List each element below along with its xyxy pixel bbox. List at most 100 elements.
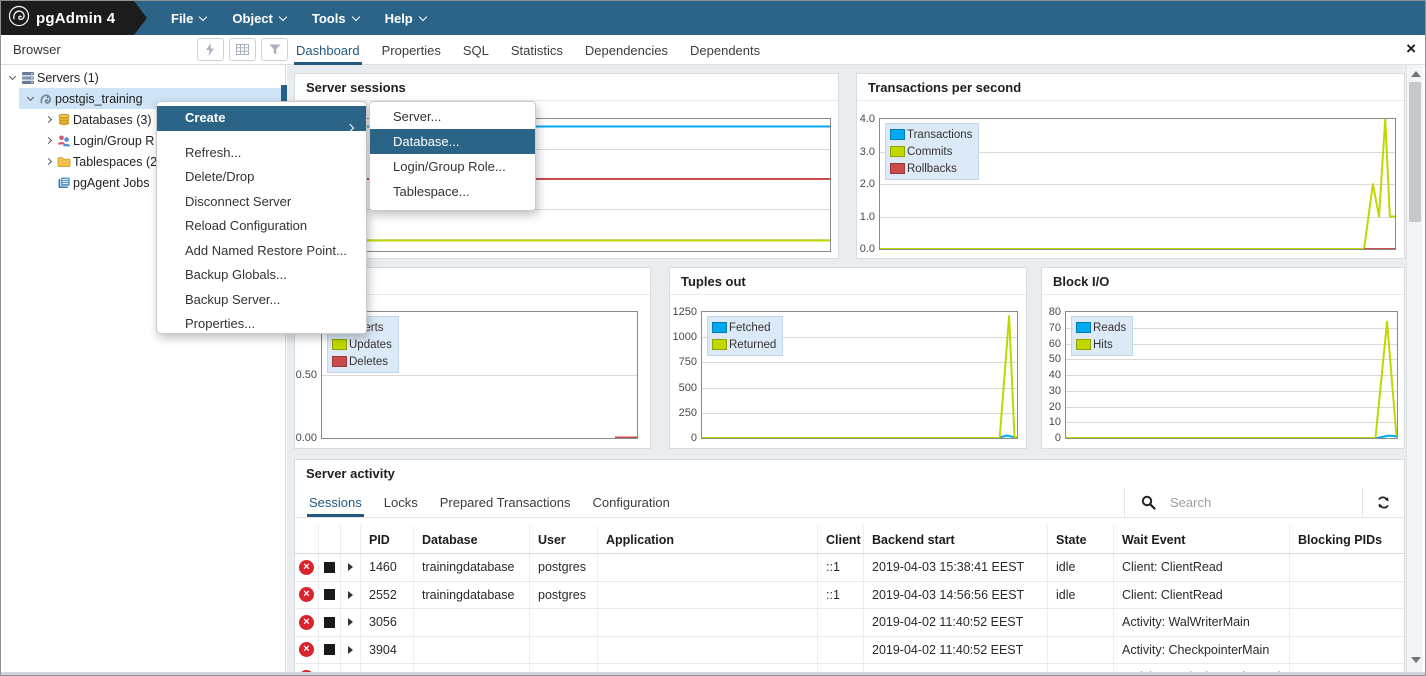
y-axis-tick: 0 xyxy=(691,432,697,444)
cell-application xyxy=(598,609,818,636)
y-axis-tick: 40 xyxy=(1049,369,1061,381)
expand-row-icon[interactable] xyxy=(341,554,361,581)
chevron-down-icon[interactable] xyxy=(5,77,19,79)
vertical-scrollbar[interactable] xyxy=(1406,65,1423,673)
session-search[interactable]: Search xyxy=(1124,488,1362,517)
search-icon xyxy=(1141,495,1156,510)
column-header-user[interactable]: User xyxy=(530,526,598,553)
tab-dashboard[interactable]: Dashboard xyxy=(294,35,362,65)
cancel-query-icon[interactable] xyxy=(319,637,341,664)
cell-client: ::1 xyxy=(818,554,864,581)
activity-tab-locks[interactable]: Locks xyxy=(382,488,420,517)
legend-swatch-icon xyxy=(1076,322,1091,333)
menu-help[interactable]: Help xyxy=(385,11,426,26)
terminate-session-icon[interactable]: × xyxy=(295,637,319,664)
browser-panel-title: Browser xyxy=(13,42,61,57)
activity-tab-sessions[interactable]: Sessions xyxy=(307,488,364,517)
scroll-down-icon[interactable] xyxy=(1411,657,1421,663)
column-header-backend-start[interactable]: Backend start xyxy=(864,526,1048,553)
column-header-state[interactable]: State xyxy=(1048,526,1114,553)
chart-legend: ReadsHits xyxy=(1071,316,1133,356)
activity-tab-configuration[interactable]: Configuration xyxy=(591,488,672,517)
y-axis-tick: 4.0 xyxy=(860,113,875,125)
tab-statistics[interactable]: Statistics xyxy=(509,35,565,65)
server-activity-title: Server activity xyxy=(295,460,1404,488)
context-menu-item-properties[interactable]: Properties... xyxy=(157,312,366,337)
terminate-session-icon[interactable]: × xyxy=(295,554,319,581)
tab-sql[interactable]: SQL xyxy=(461,35,491,65)
context-menu-item-refresh[interactable]: Refresh... xyxy=(157,141,366,166)
cancel-query-icon[interactable] xyxy=(319,609,341,636)
terminate-session-icon[interactable]: × xyxy=(295,582,319,609)
browser-toolbar xyxy=(197,38,288,61)
chevron-right-icon[interactable] xyxy=(41,117,55,122)
submenu-item-database[interactable]: Database... xyxy=(370,129,535,154)
tuples-out-chart: 025050075010001250FetchedReturned xyxy=(670,296,1026,448)
menu-file[interactable]: File xyxy=(171,11,206,26)
column-header-pid[interactable]: PID xyxy=(361,526,414,553)
transactions-chart: 0.01.02.03.04.0TransactionsCommitsRollba… xyxy=(857,102,1404,258)
y-axis-tick: 60 xyxy=(1049,338,1061,350)
context-menu-item-create[interactable]: Create xyxy=(157,106,366,131)
transactions-panel: Transactions per second 0.01.02.03.04.0T… xyxy=(856,73,1405,259)
context-menu-item-backup-globals[interactable]: Backup Globals... xyxy=(157,263,366,288)
legend-entry-transactions: Transactions xyxy=(890,126,972,143)
legend-swatch-icon xyxy=(712,339,727,350)
scrollbar-thumb[interactable] xyxy=(1409,82,1421,222)
app-title: pgAdmin 4 xyxy=(36,10,115,27)
main-tab-bar: Dashboard Properties SQL Statistics Dependen… xyxy=(294,35,762,65)
refresh-icon xyxy=(1376,495,1391,510)
scroll-up-icon[interactable] xyxy=(1411,71,1421,77)
cell-pid: 3056 xyxy=(361,609,414,636)
column-header-application[interactable]: Application xyxy=(598,526,818,553)
refresh-button[interactable] xyxy=(1362,488,1404,517)
tab-dependencies[interactable]: Dependencies xyxy=(583,35,670,65)
y-axis-tick: 1.0 xyxy=(860,211,875,223)
submenu-item-login-group-role[interactable]: Login/Group Role... xyxy=(370,154,535,179)
column-header-blocking-pids[interactable]: Blocking PIDs xyxy=(1290,526,1405,553)
grid-view-button[interactable] xyxy=(229,38,256,61)
tree-item-label: postgis_training xyxy=(55,92,143,106)
menu-tools[interactable]: Tools xyxy=(312,11,359,26)
tree-item-label: Tablespaces (2 xyxy=(73,155,157,169)
quick-connect-button[interactable] xyxy=(197,38,224,61)
submenu-item-server[interactable]: Server... xyxy=(370,104,535,129)
column-header-client[interactable]: Client xyxy=(818,526,864,553)
chevron-right-icon[interactable] xyxy=(41,159,55,164)
legend-entry-fetched: Fetched xyxy=(712,319,776,336)
top-menu-bar: File Object Tools Help pgAdmin 4 xyxy=(1,1,1425,35)
server-activity-panel: Server activity Sessions Locks Prepared Tr… xyxy=(294,459,1405,674)
filter-button[interactable] xyxy=(261,38,288,61)
tab-properties[interactable]: Properties xyxy=(380,35,443,65)
legend-swatch-icon xyxy=(890,146,905,157)
chevron-down-icon[interactable] xyxy=(23,98,37,100)
context-menu-item-add-named-restore-point[interactable]: Add Named Restore Point... xyxy=(157,239,366,264)
context-menu-item-delete-drop[interactable]: Delete/Drop xyxy=(157,165,366,190)
legend-swatch-icon xyxy=(332,356,347,367)
context-menu-item-disconnect-server[interactable]: Disconnect Server xyxy=(157,190,366,215)
cancel-query-icon[interactable] xyxy=(319,582,341,609)
column-header-wait-event[interactable]: Wait Event xyxy=(1114,526,1290,553)
expand-row-icon[interactable] xyxy=(341,582,361,609)
cell-user xyxy=(530,637,598,664)
chevron-right-icon[interactable] xyxy=(41,138,55,143)
legend-swatch-icon xyxy=(332,339,347,350)
legend-swatch-icon xyxy=(712,322,727,333)
expand-row-icon[interactable] xyxy=(341,637,361,664)
context-menu-item-reload-configuration[interactable]: Reload Configuration xyxy=(157,214,366,239)
cell-database xyxy=(414,637,530,664)
cancel-query-icon[interactable] xyxy=(319,554,341,581)
activity-tab-prepared-transactions[interactable]: Prepared Transactions xyxy=(438,488,573,517)
legend-entry-rollbacks: Rollbacks xyxy=(890,160,972,177)
tab-dependents[interactable]: Dependents xyxy=(688,35,762,65)
tree-item-servers-1-[interactable]: Servers (1) xyxy=(1,67,285,88)
close-icon[interactable]: × xyxy=(1406,39,1416,59)
submenu-item-tablespace[interactable]: Tablespace... xyxy=(370,179,535,204)
column-header-database[interactable]: Database xyxy=(414,526,530,553)
context-menu-item-backup-server[interactable]: Backup Server... xyxy=(157,288,366,313)
terminate-session-icon[interactable]: × xyxy=(295,609,319,636)
expand-row-icon[interactable] xyxy=(341,609,361,636)
cell-backend_start: 2019-04-02 11:40:52 EEST xyxy=(864,609,1048,636)
postgres-server-icon xyxy=(37,92,55,106)
menu-object[interactable]: Object xyxy=(232,11,285,26)
